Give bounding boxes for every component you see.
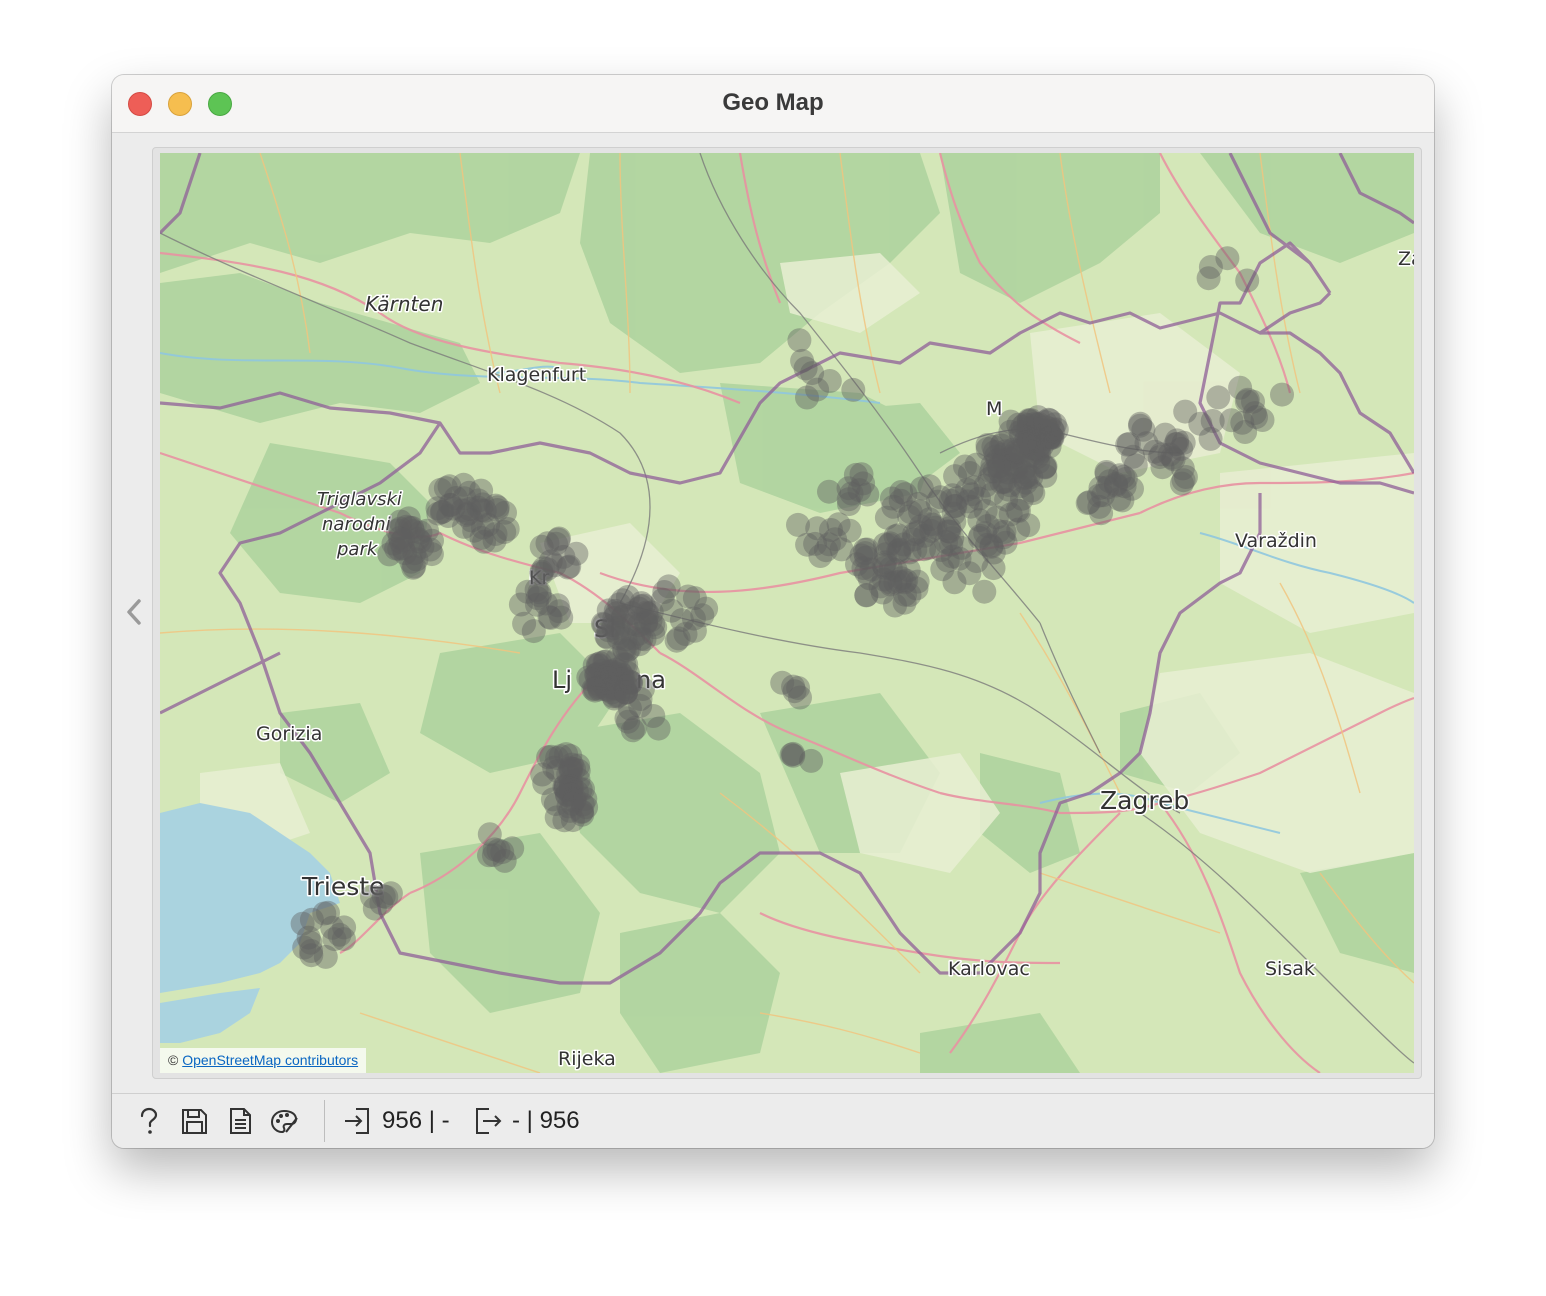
data-point-marker[interactable] <box>583 676 608 701</box>
data-point-marker[interactable] <box>545 593 570 618</box>
data-point-marker[interactable] <box>805 516 830 541</box>
data-point-marker[interactable] <box>620 718 645 743</box>
data-point-marker[interactable] <box>1019 435 1044 460</box>
label-klagenfurt: Klagenfurt <box>487 364 586 386</box>
data-point-marker[interactable] <box>369 891 394 916</box>
data-point-marker[interactable] <box>1123 453 1148 478</box>
data-point-marker[interactable] <box>892 570 917 595</box>
input-data-icon-wrap <box>342 1106 372 1136</box>
save-icon <box>182 1109 207 1134</box>
data-point-marker[interactable] <box>942 493 967 518</box>
data-point-marker[interactable] <box>847 478 872 503</box>
collapse-panel-button[interactable] <box>120 597 150 627</box>
label-rijeka: Rijeka <box>558 1048 616 1070</box>
geo-map-window: Geo Map Kärnten Klagenfurt Triglavski na… <box>112 75 1434 1148</box>
label-gorizia: Gorizia <box>256 723 322 745</box>
data-point-marker[interactable] <box>1013 465 1038 490</box>
data-point-marker[interactable] <box>973 521 998 546</box>
label-varazdin: Varaždin <box>1235 530 1317 552</box>
chevron-left-icon <box>127 599 141 625</box>
data-point-marker[interactable] <box>483 493 508 518</box>
map-attribution: © OpenStreetMap contributors <box>160 1048 367 1073</box>
label-karlovac: Karlovac <box>948 958 1030 980</box>
input-summary: 956 | - <box>382 1107 450 1134</box>
data-point-marker[interactable] <box>908 499 932 524</box>
output-summary: - | 956 <box>512 1107 580 1134</box>
help-icon <box>140 1107 158 1134</box>
map-view[interactable]: Kärnten Klagenfurt Triglavski narodni pa… <box>160 153 1414 1073</box>
label-narodni: narodni <box>322 514 391 535</box>
help-button[interactable] <box>133 1106 163 1136</box>
data-point-marker[interactable] <box>781 674 806 699</box>
data-point-marker[interactable] <box>482 528 507 553</box>
output-data-icon-wrap <box>473 1106 503 1136</box>
data-point-marker[interactable] <box>942 570 967 595</box>
data-point-marker[interactable] <box>799 748 824 773</box>
label-karnten: Kärnten <box>365 292 443 316</box>
data-point-marker[interactable] <box>1104 471 1128 496</box>
data-point-marker[interactable] <box>964 549 989 574</box>
data-point-marker[interactable] <box>1200 409 1225 433</box>
openstreetmap-link[interactable]: OpenStreetMap contributors <box>182 1052 358 1068</box>
data-point-marker[interactable] <box>787 328 812 353</box>
report-icon <box>230 1108 251 1134</box>
data-point-marker[interactable] <box>408 529 432 554</box>
status-bar: 956 | - - | 956 <box>112 1093 1434 1148</box>
label-zagreb: Zagreb <box>1100 786 1189 815</box>
data-point-marker[interactable] <box>477 822 502 847</box>
data-point-marker[interactable] <box>547 526 571 551</box>
map-canvas[interactable]: Kärnten Klagenfurt Triglavski narodni pa… <box>160 153 1414 1073</box>
palette-button[interactable] <box>269 1106 299 1136</box>
title-bar: Geo Map <box>112 75 1434 133</box>
label-triglavski: Triglavski <box>317 489 402 510</box>
data-point-marker[interactable] <box>612 638 637 663</box>
report-button[interactable] <box>225 1106 255 1136</box>
data-point-marker[interactable] <box>292 935 317 960</box>
input-data-icon <box>345 1108 369 1134</box>
data-point-marker[interactable] <box>790 348 815 373</box>
label-sisak: Sisak <box>1265 958 1315 980</box>
data-point-marker[interactable] <box>1270 382 1294 407</box>
data-point-marker[interactable] <box>659 598 684 623</box>
label-ljubljana-left: Lj <box>552 666 572 694</box>
data-point-marker[interactable] <box>953 454 977 479</box>
save-button[interactable] <box>179 1106 209 1136</box>
copyright-symbol: © <box>168 1052 179 1068</box>
data-point-marker[interactable] <box>1169 471 1194 496</box>
palette-icon <box>270 1109 298 1134</box>
data-point-marker[interactable] <box>1128 413 1152 438</box>
data-point-marker[interactable] <box>641 704 666 728</box>
data-point-marker[interactable] <box>972 579 997 604</box>
data-point-marker[interactable] <box>402 554 427 579</box>
label-park: park <box>336 539 379 560</box>
data-point-marker[interactable] <box>562 788 586 813</box>
data-point-marker[interactable] <box>664 628 689 653</box>
data-point-marker[interactable] <box>530 762 555 787</box>
data-point-marker[interactable] <box>320 915 345 940</box>
data-point-marker[interactable] <box>1198 255 1223 279</box>
label-zalaegerszeg: Za <box>1398 248 1414 270</box>
data-point-marker[interactable] <box>879 486 904 511</box>
data-point-marker[interactable] <box>986 454 1011 479</box>
data-point-marker[interactable] <box>939 532 964 557</box>
data-point-marker[interactable] <box>909 476 934 501</box>
data-point-marker[interactable] <box>500 836 525 861</box>
data-point-marker[interactable] <box>443 486 468 510</box>
data-point-marker[interactable] <box>886 538 911 563</box>
status-separator <box>324 1100 325 1142</box>
data-point-marker[interactable] <box>1235 268 1260 293</box>
data-point-marker[interactable] <box>1033 410 1057 434</box>
output-data-icon <box>476 1108 502 1134</box>
data-point-marker[interactable] <box>694 596 719 621</box>
data-point-marker[interactable] <box>1234 389 1259 414</box>
data-point-marker[interactable] <box>1149 442 1174 467</box>
data-point-marker[interactable] <box>508 592 533 617</box>
data-point-marker[interactable] <box>459 508 484 533</box>
data-point-marker[interactable] <box>841 377 866 402</box>
data-point-marker[interactable] <box>1075 491 1100 516</box>
window-title: Geo Map <box>722 89 824 116</box>
data-point-marker[interactable] <box>1206 385 1231 410</box>
data-point-marker[interactable] <box>805 377 830 402</box>
